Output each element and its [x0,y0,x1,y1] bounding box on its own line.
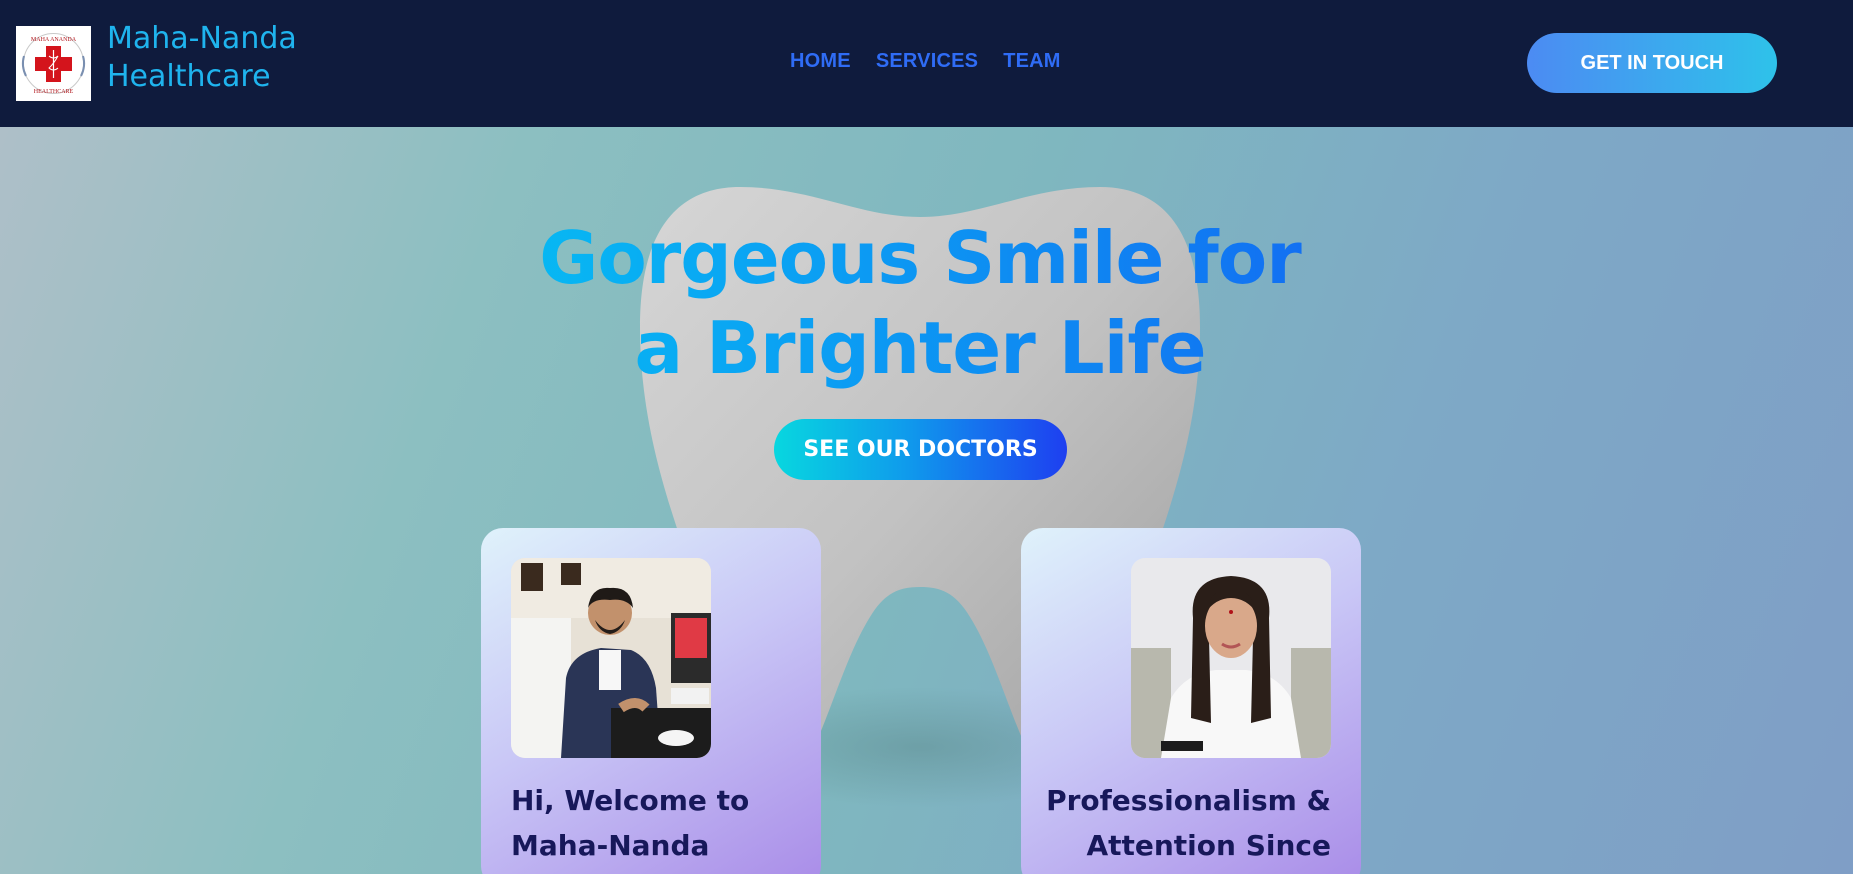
welcome-line-1: Hi, Welcome to [511,784,750,817]
headline-line-2: a Brighter Life [0,303,1840,393]
nav-team[interactable]: TEAM [1003,50,1060,73]
see-our-doctors-button[interactable]: SEE OUR DOCTORS [774,419,1067,480]
logo[interactable]: MAHA ANANDA HEALTHCARE [16,26,91,101]
main-nav: HOME SERVICES TEAM [790,50,1061,73]
get-in-touch-button[interactable]: GET IN TOUCH [1527,33,1777,93]
professionalism-text: Professionalism & Attention Since [1031,778,1331,868]
brand-line-2: Healthcare [107,59,271,94]
welcome-line-2: Maha-Nanda [511,829,710,862]
professionalism-card: Professionalism & Attention Since [1021,528,1361,874]
nav-home[interactable]: HOME [790,50,851,73]
logo-emblem-icon: MAHA ANANDA HEALTHCARE [21,33,86,95]
brand-name[interactable]: Maha-Nanda Healthcare [107,20,297,96]
svg-text:HEALTHCARE: HEALTHCARE [34,89,74,95]
doctor-woman-in-white-coat-photo-icon [1131,558,1331,758]
welcome-text: Hi, Welcome to Maha-Nanda [511,778,811,868]
site-header: MAHA ANANDA HEALTHCARE Maha-Nanda Health… [0,0,1853,127]
brand-line-1: Maha-Nanda [107,21,297,56]
welcome-card: Hi, Welcome to Maha-Nanda [481,528,821,874]
doctor-woman-photo [1131,558,1331,758]
nav-services[interactable]: SERVICES [876,50,978,73]
svg-text:MAHA ANANDA: MAHA ANANDA [31,37,77,43]
hero-headline: Gorgeous Smile for a Brighter Life [0,213,1840,393]
doctor-man-photo [511,558,711,758]
hero-section: Gorgeous Smile for a Brighter Life SEE O… [0,127,1853,874]
headline-line-1: Gorgeous Smile for [0,213,1840,303]
professionalism-line-2: Attention Since [1086,829,1331,862]
doctor-man-at-desk-photo-icon [511,558,711,758]
professionalism-line-1: Professionalism & [1046,784,1331,817]
